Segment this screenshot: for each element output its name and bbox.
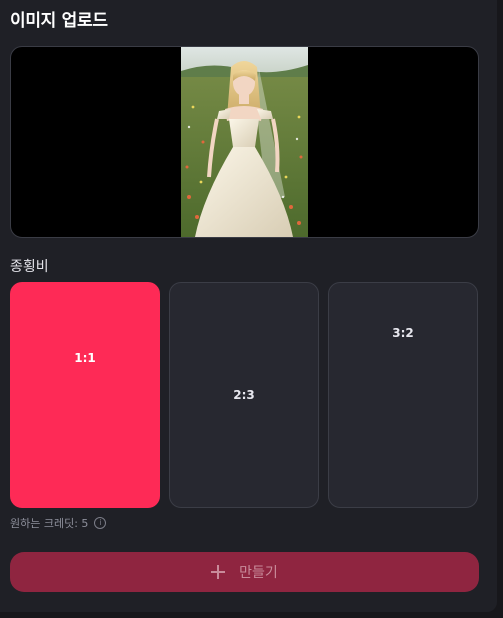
create-button-label: 만들기 bbox=[239, 565, 278, 581]
ratio-option-label: 1:1 bbox=[74, 351, 96, 365]
credits-info: 원하는 크레딧: 5 i bbox=[10, 515, 107, 531]
image-preview[interactable] bbox=[10, 46, 479, 238]
ratio-option-2-3[interactable]: 2:3 bbox=[169, 282, 319, 508]
upload-panel: 이미지 업로드 종횡비 1:1 2:3 3:2 원하는 크레딧: 5 i 만들기 bbox=[0, 0, 497, 612]
ratio-option-1-1[interactable]: 1:1 bbox=[10, 282, 160, 508]
aspect-ratio-label: 종횡비 bbox=[10, 259, 49, 275]
ratio-option-label: 3:2 bbox=[392, 326, 414, 340]
info-icon[interactable]: i bbox=[94, 517, 107, 529]
ratio-option-3-2[interactable]: 3:2 bbox=[328, 282, 478, 508]
panel-title: 이미지 업로드 bbox=[10, 11, 108, 31]
create-button[interactable]: 만들기 bbox=[10, 552, 479, 592]
ratio-option-label: 2:3 bbox=[233, 388, 255, 402]
plus-icon bbox=[211, 565, 226, 579]
uploaded-photo bbox=[181, 47, 308, 237]
credits-text: 원하는 크레딧: 5 bbox=[10, 517, 89, 530]
